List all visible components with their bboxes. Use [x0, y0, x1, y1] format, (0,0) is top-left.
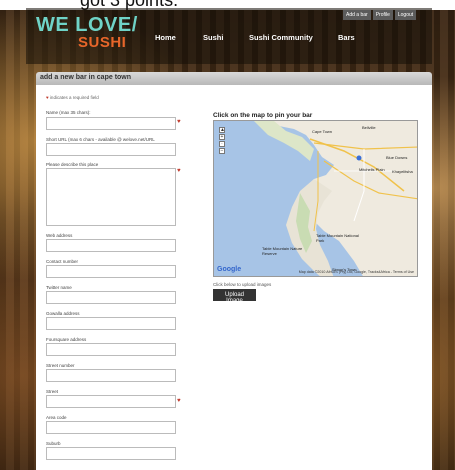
field-label-name: Name (max 35 chars): — [46, 110, 91, 115]
description-textarea[interactable] — [46, 168, 176, 226]
map-label-mitchells-plain: Mitchells Plain — [359, 167, 385, 172]
google-logo: Google — [217, 266, 242, 273]
map-label-national-park: Table Mountain National Park — [316, 233, 359, 243]
upload-image-button[interactable]: Upload Image — [213, 289, 256, 304]
short-url-input[interactable] — [46, 143, 176, 156]
profile-link[interactable]: Profile — [372, 10, 393, 20]
required-note: ♥ indicates a required field — [46, 95, 99, 100]
suburb-input[interactable] — [46, 447, 176, 460]
zoom-out-button[interactable]: − — [219, 148, 225, 154]
field-label-foursquare: Foursquare address — [46, 337, 87, 342]
gowalla-input[interactable] — [46, 317, 176, 330]
page-title: add a new bar in cape town — [40, 74, 132, 81]
map-label-nature-reserve: Table Mountain Nature Reserve — [262, 246, 303, 256]
required-note-text: indicates a required field — [49, 95, 99, 100]
nav-sushi-community[interactable]: Sushi Community — [249, 33, 313, 42]
field-label-web-address: Web address — [46, 233, 73, 238]
street-number-input[interactable] — [46, 369, 176, 382]
contact-number-input[interactable] — [46, 265, 176, 278]
location-map[interactable]: ▲ + · − Cape Town Bellville Blue Downs M… — [213, 120, 418, 277]
field-label-suburb: Suburb — [46, 441, 61, 446]
add-bar-link[interactable]: Add a bar — [343, 10, 371, 20]
twitter-input[interactable] — [46, 291, 176, 304]
account-links: Add a bar Profile Logout — [343, 10, 417, 20]
nav-sushi[interactable]: Sushi — [203, 33, 223, 42]
logo-bottom[interactable]: SUSHI — [78, 34, 126, 51]
zoom-in-button[interactable]: + — [219, 134, 225, 140]
required-icon: ♥ — [46, 95, 49, 100]
upload-caption: Click below to upload images — [213, 282, 272, 287]
zoom-slider-icon[interactable]: · — [219, 141, 225, 147]
field-label-gowalla: Gowalla address — [46, 311, 80, 316]
map-canvas — [214, 121, 417, 276]
logout-link[interactable]: Logout — [394, 10, 417, 20]
name-input[interactable] — [46, 117, 176, 130]
web-address-input[interactable] — [46, 239, 176, 252]
field-label-description: Please describe this place — [46, 162, 99, 167]
field-label-twitter: Twitter name — [46, 285, 72, 290]
form-panel: ♥ indicates a required field Name (max 3… — [36, 85, 432, 470]
required-icon: ♥ — [177, 119, 181, 125]
area-code-input[interactable] — [46, 421, 176, 434]
required-icon: ♥ — [177, 168, 181, 174]
field-label-short-url: Short URL (max 6 chars - available @ wel… — [46, 137, 155, 142]
map-label-bellville: Bellville — [362, 125, 376, 130]
map-title: Click on the map to pin your bar — [213, 112, 313, 119]
pan-up-icon[interactable]: ▲ — [219, 127, 225, 133]
nav-bars[interactable]: Bars — [338, 33, 355, 42]
map-copyright: Map data ©2010 AfriGIS (Pty) Ltd, Google… — [298, 270, 414, 274]
form-titlebar: add a new bar in cape town — [36, 72, 432, 85]
map-label-cape-town: Cape Town — [312, 129, 332, 134]
required-icon: ♥ — [177, 398, 181, 404]
foursquare-input[interactable] — [46, 343, 176, 356]
map-zoom-controls: ▲ + · − — [219, 127, 225, 154]
field-label-street-number: Street number — [46, 363, 75, 368]
map-label-blue-downs: Blue Downs — [386, 155, 408, 160]
field-label-street: Street — [46, 389, 59, 394]
nav-home[interactable]: Home — [155, 33, 176, 42]
street-input[interactable] — [46, 395, 176, 408]
field-label-contact-number: Contact number — [46, 259, 79, 264]
map-label-khayelitsha: Khayelitsha — [392, 169, 413, 174]
field-label-area-code: Area code — [46, 415, 67, 420]
